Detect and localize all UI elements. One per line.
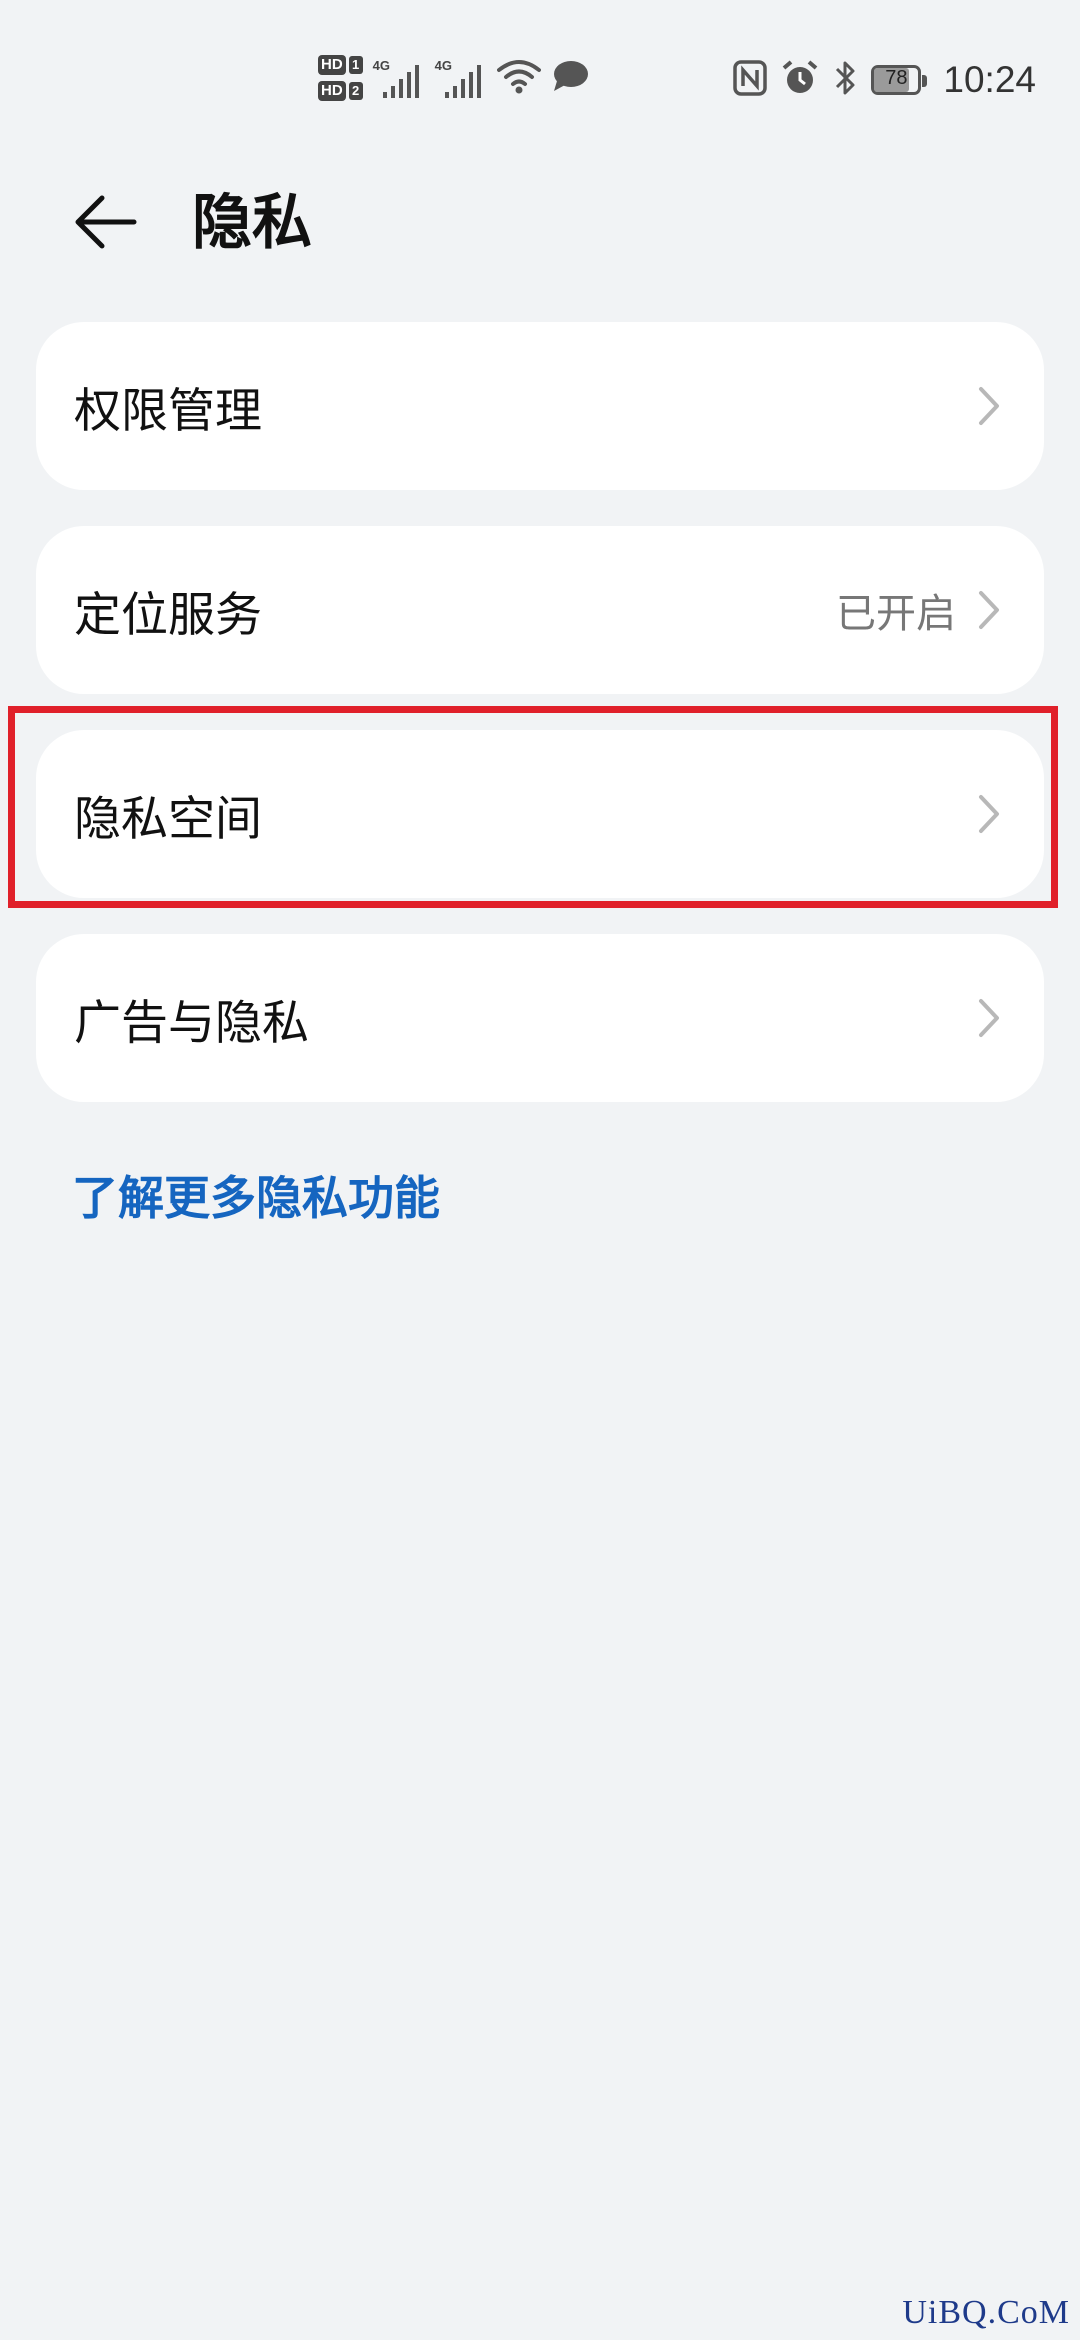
- message-icon: [551, 59, 589, 97]
- chevron-right-icon: [974, 588, 1004, 632]
- back-arrow-icon: [75, 195, 137, 249]
- back-button[interactable]: [66, 182, 146, 262]
- menu-item-label: 定位服务: [74, 587, 262, 643]
- page-title: 隐私: [192, 188, 312, 258]
- hd-index: 2: [348, 82, 363, 100]
- chevron-right-icon: [974, 996, 1004, 1040]
- status-right: 78 10:24: [733, 52, 1036, 108]
- battery-icon: 78: [871, 65, 928, 95]
- menu-item-label: 权限管理: [74, 383, 262, 439]
- hd-label: HD: [318, 81, 346, 101]
- menu-item-label: 广告与隐私: [74, 995, 309, 1051]
- app-header: 隐私: [0, 160, 1080, 270]
- watermark: UiBQ.CoM: [902, 2294, 1070, 2331]
- signal-icon: 4G: [435, 56, 487, 100]
- status-time: 10:24: [943, 59, 1036, 100]
- alarm-icon: [781, 59, 819, 101]
- signal-icon: 4G: [373, 56, 425, 100]
- chevron-right-icon: [974, 384, 1004, 428]
- menu-item-label: 隐私空间: [74, 791, 262, 847]
- menu-item-private-space[interactable]: 隐私空间: [36, 730, 1044, 898]
- chevron-right-icon: [974, 792, 1004, 836]
- status-bar: HD 1 HD 2 4G 4G 78 10:24: [0, 0, 1080, 150]
- network-type-label: 4G: [434, 58, 453, 73]
- hd-label: HD: [318, 55, 346, 75]
- learn-more-privacy-link[interactable]: 了解更多隐私功能: [72, 1168, 440, 1228]
- hd-indicators: HD 1 HD 2: [318, 55, 363, 101]
- hd-sim-2: HD 2: [318, 81, 363, 101]
- menu-item-status: 已开启: [836, 591, 956, 637]
- network-type-label: 4G: [372, 58, 391, 73]
- hd-sim-1: HD 1: [318, 55, 363, 75]
- menu-item-location-service[interactable]: 定位服务 已开启: [36, 526, 1044, 694]
- wifi-icon: [496, 56, 541, 100]
- menu-item-ads-privacy[interactable]: 广告与隐私: [36, 934, 1044, 1102]
- status-left: HD 1 HD 2 4G 4G: [318, 48, 589, 108]
- menu-item-permission-management[interactable]: 权限管理: [36, 322, 1044, 490]
- bluetooth-icon: [833, 59, 857, 101]
- hd-index: 1: [348, 56, 363, 74]
- battery-level-text: 78: [885, 67, 908, 89]
- nfc-icon: [733, 60, 768, 100]
